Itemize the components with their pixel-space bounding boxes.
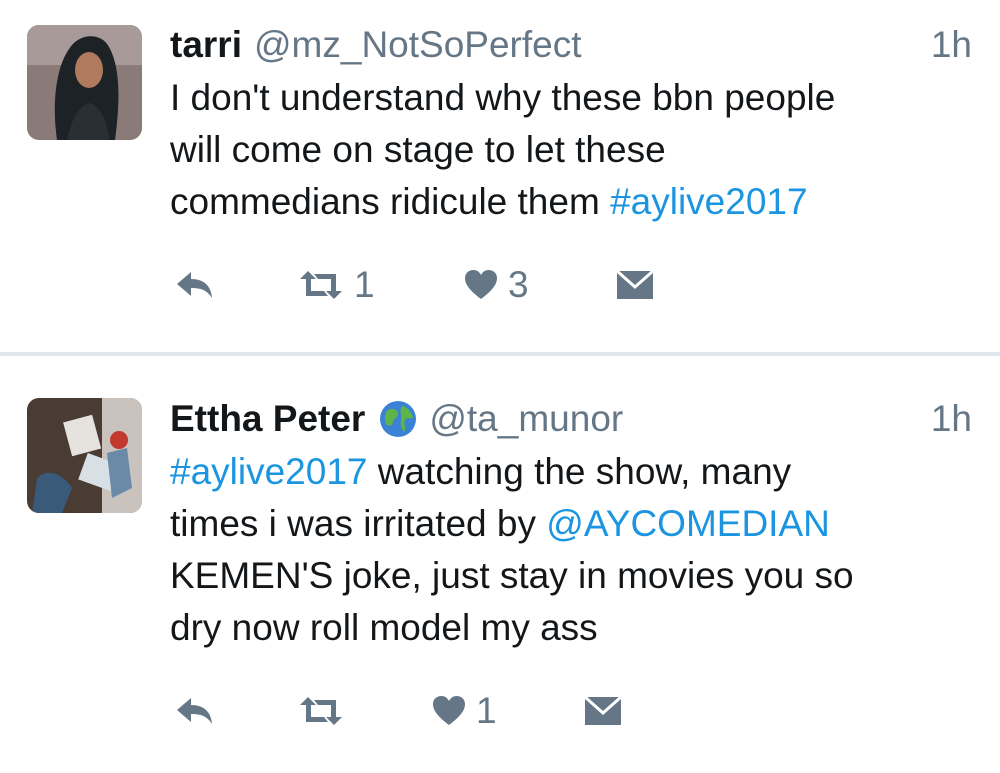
tweet-line: #aylive2017 watching the show, many	[170, 446, 970, 498]
tweet[interactable]: Ettha Peter @ta_munor 1h #aylive2017 wat…	[0, 356, 1000, 773]
text-segment: KEMEN'S joke, just stay in movies you so	[170, 555, 854, 596]
text-segment: watching the show, many	[367, 451, 792, 492]
mention-link[interactable]: @AYCOMEDIAN	[546, 503, 830, 544]
like-count: 1	[476, 690, 497, 731]
timestamp[interactable]: 1h	[931, 398, 972, 440]
direct-message-button[interactable]	[584, 696, 622, 726]
tweet-text: #aylive2017 watching the show, many time…	[170, 446, 970, 654]
text-segment: dry now roll model my ass	[170, 607, 598, 648]
display-name[interactable]: tarri	[170, 24, 242, 66]
tweet-header: tarri @mz_NotSoPerfect 1h	[170, 20, 972, 70]
retweet-icon	[300, 697, 342, 725]
tweet[interactable]: tarri @mz_NotSoPerfect 1h I don't unders…	[0, 0, 1000, 353]
text-segment: commedians ridicule them	[170, 181, 611, 222]
avatar[interactable]	[27, 25, 142, 140]
retweet-button[interactable]	[298, 695, 354, 727]
reply-icon	[177, 698, 212, 724]
tweet-line: dry now roll model my ass	[170, 602, 970, 654]
text-segment: times i was irritated by	[170, 503, 547, 544]
reply-icon	[177, 272, 212, 298]
hashtag-link[interactable]: #aylive2017	[170, 451, 367, 492]
display-name[interactable]: Ettha Peter	[170, 398, 365, 440]
retweet-count: 1	[354, 264, 375, 305]
text-segment: I don't understand why these bbn people	[170, 77, 836, 118]
like-count: 3	[508, 264, 529, 305]
retweet-icon	[300, 271, 342, 299]
username[interactable]: @ta_munor	[429, 398, 623, 440]
reply-button[interactable]	[175, 696, 215, 726]
heart-icon	[433, 696, 465, 725]
like-button[interactable]: 3	[464, 264, 529, 306]
like-button[interactable]: 1	[432, 690, 497, 732]
globe-icon	[379, 400, 417, 438]
username[interactable]: @mz_NotSoPerfect	[254, 24, 582, 66]
direct-message-button[interactable]	[616, 270, 654, 300]
hashtag-link[interactable]: #aylive2017	[610, 181, 807, 222]
tweet-text: I don't understand why these bbn people …	[170, 72, 970, 228]
envelope-icon	[616, 270, 654, 299]
tweet-header: Ettha Peter @ta_munor 1h	[170, 394, 972, 444]
tweet-line: will come on stage to let these	[170, 124, 970, 176]
avatar-photo	[27, 25, 142, 140]
tweet-line: times i was irritated by @AYCOMEDIAN	[170, 498, 970, 550]
retweet-button[interactable]: 1	[298, 264, 375, 306]
text-segment: will come on stage to let these	[170, 129, 666, 170]
tweet-line: KEMEN'S joke, just stay in movies you so	[170, 550, 970, 602]
reply-button[interactable]	[175, 270, 215, 300]
avatar-photo	[27, 398, 142, 513]
envelope-icon	[584, 696, 622, 725]
timestamp[interactable]: 1h	[931, 24, 972, 66]
tweet-line: commedians ridicule them #aylive2017	[170, 176, 970, 228]
avatar[interactable]	[27, 398, 142, 513]
tweet-line: I don't understand why these bbn people	[170, 72, 970, 124]
heart-icon	[465, 270, 497, 299]
